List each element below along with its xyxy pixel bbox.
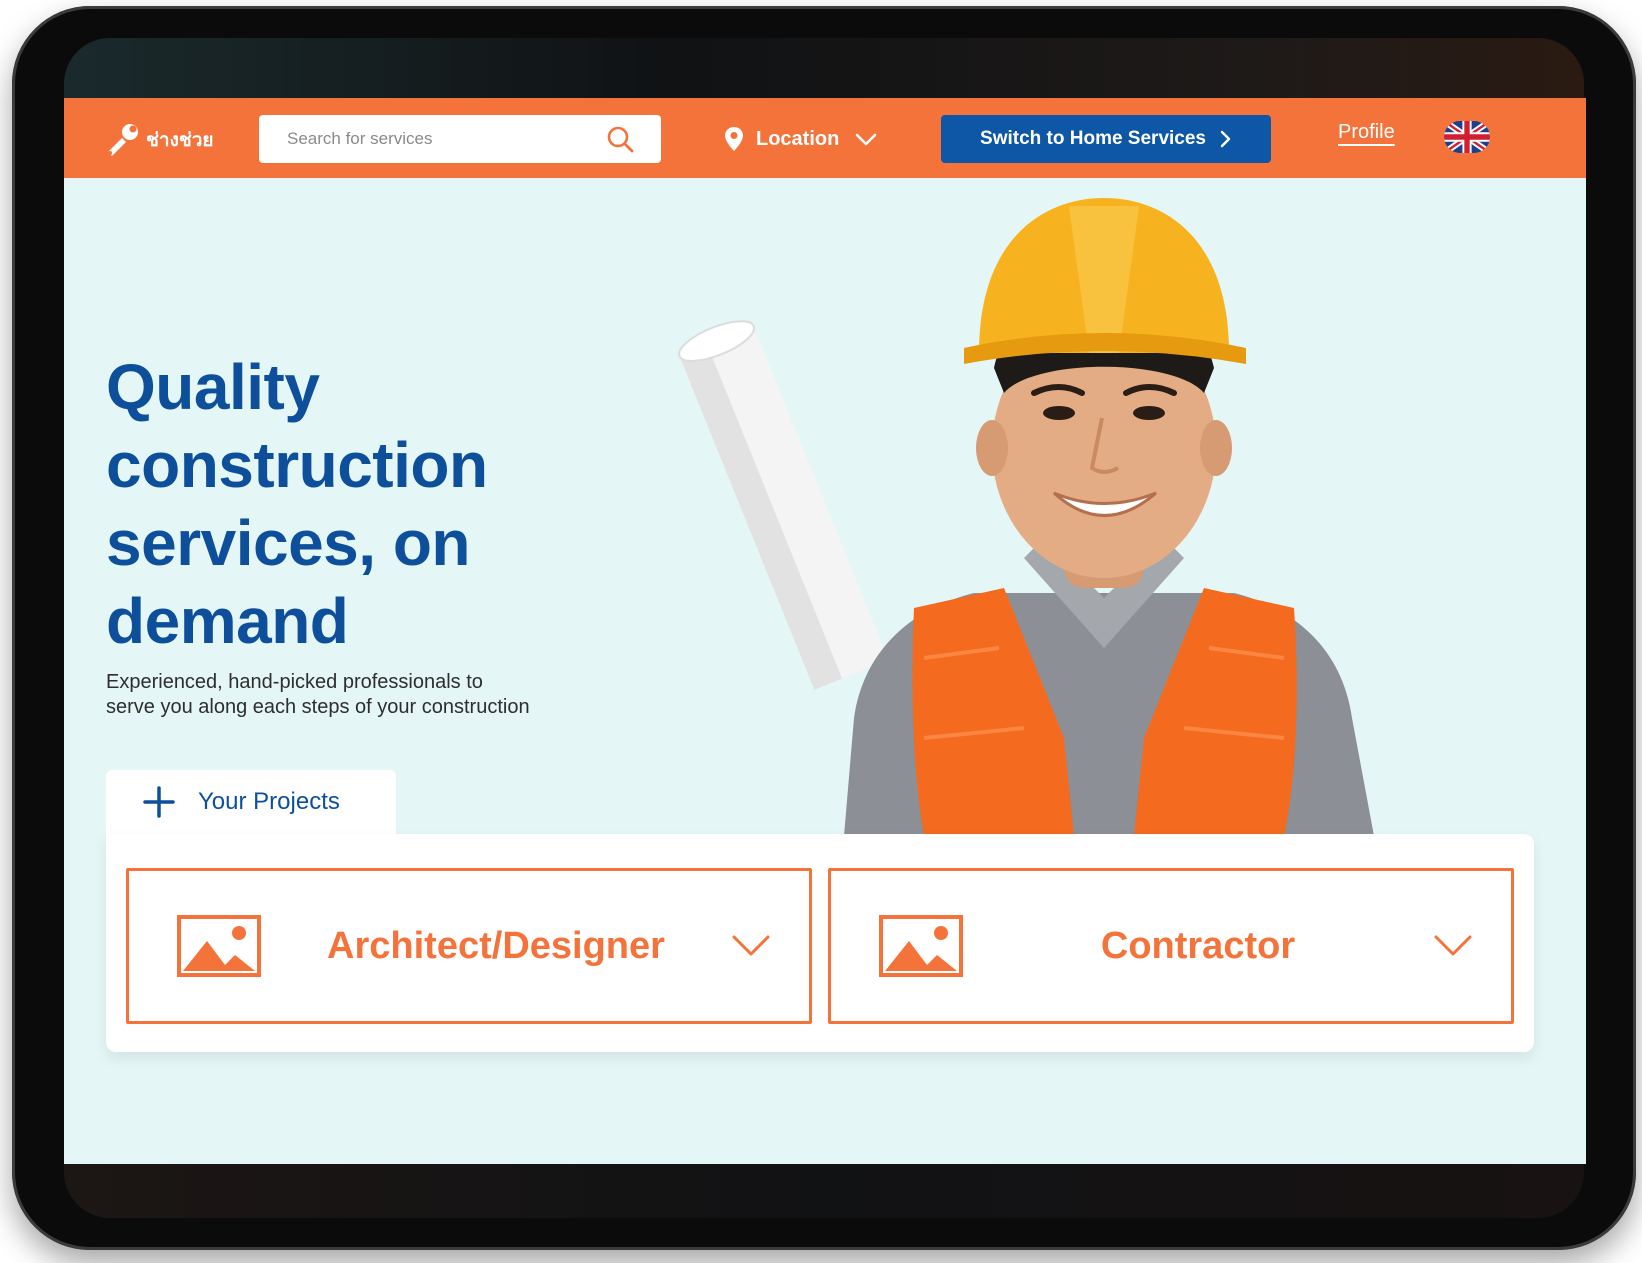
chevron-down-icon	[1434, 935, 1472, 956]
card-label: Contractor	[1100, 924, 1296, 967]
search-input[interactable]	[259, 115, 605, 163]
contractor-dropdown[interactable]: Contractor	[828, 868, 1514, 1024]
brand-logo[interactable]: ช่างช่วย	[104, 122, 214, 158]
hero-title-line: demand	[106, 585, 349, 657]
logo-text: ช่างช่วย	[146, 130, 214, 151]
location-pin-icon	[725, 127, 743, 151]
chevron-right-icon	[1220, 130, 1231, 148]
wrench-icon	[108, 124, 138, 156]
screen: ช่างช่วย Location Switch to Home Service…	[64, 98, 1586, 1164]
chevron-down-icon	[732, 935, 770, 956]
bezel-top	[64, 38, 1584, 104]
chevron-down-icon	[856, 133, 877, 146]
architect-designer-dropdown[interactable]: Architect/Designer	[126, 868, 812, 1024]
search-box	[259, 115, 661, 163]
location-label: Location	[756, 127, 840, 150]
projects-tab-label: Your Projects	[198, 788, 340, 815]
card-label: Architect/Designer	[327, 924, 665, 967]
hero-title-line: Quality	[106, 351, 320, 423]
hero-title-line: services, on	[106, 507, 471, 579]
top-nav-bar: ช่างช่วย Location Switch to Home Service…	[64, 98, 1586, 178]
profile-link[interactable]: Profile	[1338, 121, 1395, 144]
service-category-panel: Architect/Designer Contractor	[106, 834, 1534, 1052]
location-dropdown[interactable]: Location	[724, 122, 879, 156]
plus-icon	[143, 786, 175, 818]
image-placeholder-icon	[879, 915, 963, 977]
hero-title-line: construction	[106, 429, 488, 501]
hero-subtitle: Experienced, hand-picked professionals t…	[106, 671, 530, 718]
your-projects-tab[interactable]: Your Projects	[106, 770, 396, 834]
uk-flag-icon[interactable]	[1444, 121, 1490, 153]
image-placeholder-icon	[177, 915, 261, 977]
hero-title: Quality construction services, on demand	[106, 348, 626, 660]
search-icon[interactable]	[605, 124, 635, 154]
construction-worker-image	[678, 198, 1374, 836]
switch-button-label: Switch to Home Services	[980, 128, 1206, 149]
switch-to-home-services-button[interactable]: Switch to Home Services	[941, 115, 1271, 163]
